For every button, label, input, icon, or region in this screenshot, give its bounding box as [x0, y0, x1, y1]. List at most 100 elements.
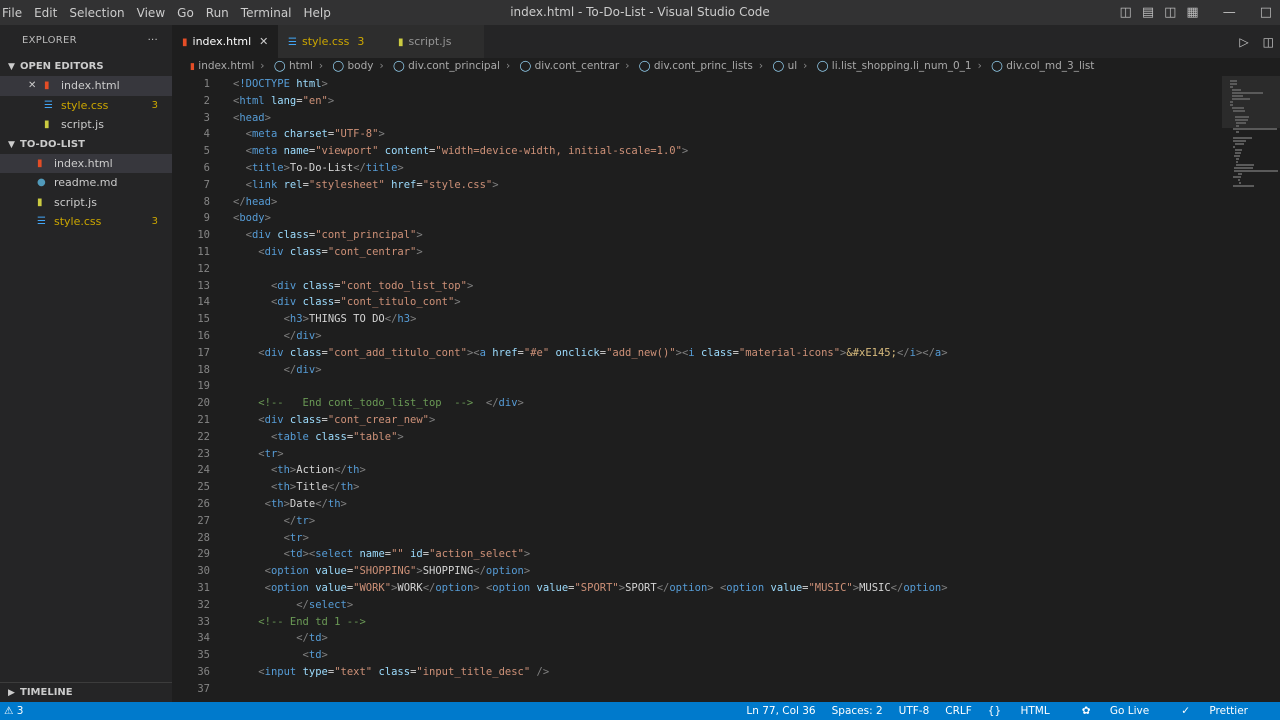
breadcrumb-item[interactable]: ◯ div.cont_principal — [393, 60, 500, 72]
code-editor[interactable]: 1 <!DOCTYPE html> 2 <html lang="en"> 3 <head>… — [172, 76, 1222, 700]
line-number: 36 — [197, 666, 210, 678]
menu-edit[interactable]: Edit — [34, 6, 65, 20]
breadcrumb-item[interactable]: ◯ div.cont_centrar — [520, 60, 620, 72]
menu-file[interactable]: File — [2, 6, 30, 20]
tab-style-css[interactable]: ☰ style.css 3 — [278, 25, 384, 58]
code-text: </tr> — [283, 514, 316, 527]
line-number: 11 — [197, 246, 210, 258]
menu-selection[interactable]: Selection — [69, 6, 132, 20]
minimap-line — [1230, 86, 1233, 88]
toggle-panel-icon[interactable]: ▤ — [1142, 5, 1154, 20]
minimap-line — [1236, 164, 1254, 166]
minimap-line — [1230, 80, 1237, 82]
element-icon: ◯ — [519, 60, 532, 72]
breadcrumb-item[interactable]: ◯ html — [274, 60, 313, 72]
split-editor-icon[interactable]: ◫ — [1263, 35, 1274, 49]
chevron-right-icon: › — [758, 60, 764, 72]
encoding[interactable]: UTF-8 — [899, 702, 930, 720]
timeline-section[interactable]: ▶ TIMELINE — [0, 682, 172, 702]
toggle-sidebar-icon[interactable]: ◫ — [1120, 5, 1132, 20]
prettier-label: Prettier — [1209, 705, 1248, 717]
breadcrumb-item[interactable]: ▮ index.html — [190, 60, 254, 72]
minimap-line — [1234, 149, 1242, 151]
open-editors-section[interactable]: ▼ OPEN EDITORS — [0, 57, 172, 76]
breadcrumb-item[interactable]: ◯ ul — [772, 60, 797, 72]
file-item[interactable]: ▮ script.js — [0, 193, 172, 213]
breadcrumb-item[interactable]: ◯ body — [332, 60, 373, 72]
line-number: 17 — [197, 346, 210, 359]
line-number: 14 — [197, 296, 210, 309]
open-editors-title: OPEN EDITORS — [20, 61, 104, 72]
close-icon[interactable]: ✕ — [28, 76, 36, 96]
menu-view[interactable]: View — [137, 6, 173, 20]
menu-run[interactable]: Run — [206, 6, 237, 20]
code-text: <!DOCTYPE html> — [233, 78, 328, 90]
code-text: <title>To-Do-List</title> — [245, 162, 404, 174]
breadcrumb-label: html — [288, 60, 313, 72]
warning-icon: ⚠ — [4, 705, 14, 717]
line-ending[interactable]: CRLF — [945, 702, 972, 720]
chevron-right-icon: › — [977, 60, 982, 72]
minimap-line — [1231, 107, 1245, 109]
line-number: 29 — [197, 548, 210, 561]
tab-index-html[interactable]: ▮ index.html ✕ — [172, 25, 278, 58]
code-text: <body> — [233, 212, 271, 225]
project-title: TO-DO-LIST — [20, 138, 85, 150]
tab-label: script.js — [408, 35, 452, 48]
open-editor-item[interactable]: ▮ script.js — [0, 115, 172, 135]
more-actions-icon[interactable]: ··· — [148, 25, 158, 57]
maximize-icon[interactable]: □ — [1260, 5, 1272, 20]
check-icon: ✓ — [1181, 705, 1191, 717]
menu-go[interactable]: Go — [177, 6, 202, 20]
file-item[interactable]: ▮ index.html — [0, 153, 172, 173]
breadcrumb-item[interactable]: ◯ div.cont_princ_lists — [639, 60, 753, 72]
prettier-button[interactable]: ✓ Prettier — [1181, 702, 1264, 720]
open-editor-item[interactable]: ☰ style.css 3 — [0, 96, 172, 116]
file-item[interactable]: ☰ style.css 3 — [0, 212, 172, 232]
line-number: 4 — [203, 128, 210, 141]
go-live-button[interactable]: ✿ Go Live — [1082, 702, 1166, 720]
problem-count-badge: 3 — [151, 99, 158, 111]
project-section[interactable]: ▼ TO-DO-LIST — [0, 135, 172, 154]
go-live-label: Go Live — [1109, 705, 1150, 717]
problems-indicator[interactable]: ⚠ 3 — [4, 702, 23, 720]
menu-help[interactable]: Help — [304, 6, 339, 20]
language-mode[interactable]: {} HTML — [988, 702, 1066, 720]
editor-actions: ▷ ◫ — [1239, 25, 1274, 58]
code-text: <option value="SHOPPING">SHOPPING</optio… — [264, 565, 531, 578]
open-editor-item[interactable]: ✕ ▮ index.html — [0, 76, 172, 96]
line-number: 25 — [197, 481, 210, 494]
minimap-line — [1233, 137, 1253, 139]
line-number: 15 — [197, 313, 210, 326]
file-item[interactable]: ● readme.md — [0, 173, 172, 193]
code-text: <div class="cont_titulo_cont"> — [270, 296, 461, 309]
line-number: 13 — [197, 279, 210, 292]
cursor-position[interactable]: Ln 77, Col 36 — [746, 702, 815, 720]
breadcrumb-label: body — [347, 60, 374, 72]
broadcast-icon: ✿ — [1081, 705, 1091, 717]
run-icon[interactable]: ▷ — [1239, 35, 1248, 49]
minimize-icon[interactable]: — — [1223, 5, 1236, 20]
explorer-sidebar: EXPLORER ··· ▼ OPEN EDITORS ✕ ▮ index.htm… — [0, 25, 172, 702]
element-icon: ◯ — [273, 60, 286, 72]
menu-terminal[interactable]: Terminal — [241, 6, 300, 20]
line-number: 21 — [197, 414, 210, 426]
breadcrumb-item[interactable]: ◯ div.col_md_3_list — [991, 60, 1094, 72]
customize-layout-icon[interactable]: ▦ — [1186, 5, 1198, 20]
line-number: 2 — [203, 94, 210, 107]
line-number: 35 — [197, 649, 210, 662]
breadcrumb-item[interactable]: ◯ li.list_shopping.li_num_0_1 — [817, 60, 972, 72]
code-text: <div class="cont_todo_list_top"> — [270, 279, 474, 292]
minimap-line — [1236, 125, 1240, 127]
tab-script-js[interactable]: ▮ script.js — [384, 25, 484, 58]
code-text: <meta charset="UTF-8"> — [245, 128, 385, 141]
line-number: 27 — [197, 514, 210, 527]
minimap[interactable] — [1222, 76, 1280, 700]
indentation[interactable]: Spaces: 2 — [832, 702, 883, 720]
line-number: 34 — [197, 632, 210, 645]
line-number: 32 — [197, 598, 210, 611]
problem-count-badge: 3 — [151, 216, 158, 227]
close-icon[interactable]: ✕ — [259, 35, 268, 48]
toggle-secondary-sidebar-icon[interactable]: ◫ — [1164, 5, 1176, 20]
minimap-line — [1234, 155, 1240, 157]
